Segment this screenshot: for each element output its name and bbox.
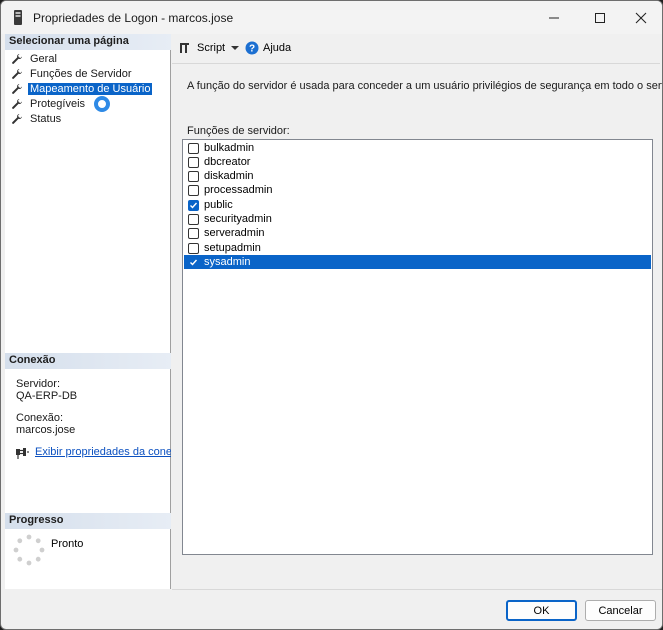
script-label: Script (197, 42, 226, 54)
role-checkbox[interactable] (188, 213, 199, 225)
role-row-serveradmin[interactable]: serveradmin (184, 226, 651, 240)
server-value: QA-ERP-DB (16, 390, 78, 402)
page-item-label: Mapeamento de Usuário (28, 82, 153, 95)
server-roles-label: Funções de servidor: (187, 125, 290, 137)
role-checkbox[interactable] (188, 256, 199, 268)
script-button[interactable]: Script (179, 41, 225, 55)
help-button[interactable]: ? Ajuda (245, 41, 291, 55)
wrench-icon (12, 98, 22, 109)
role-row-setupadmin[interactable]: setupadmin (184, 241, 651, 255)
checkmark-icon (190, 259, 198, 266)
server-label: Servidor: (16, 378, 61, 390)
minimize-icon (549, 17, 559, 18)
progress-header: Progresso (5, 513, 171, 529)
connection-label: Conexão: (16, 412, 64, 424)
page-item-label: Protegíveis (30, 97, 86, 110)
minimize-button[interactable] (531, 1, 577, 34)
view-connection-properties-link[interactable]: Exibir propriedades da conexão (35, 446, 171, 458)
maximize-icon (595, 12, 605, 23)
help-icon: ? (245, 41, 259, 55)
close-button[interactable] (618, 1, 662, 34)
server-role-description: A função do servidor é usada para conced… (187, 80, 663, 92)
login-properties-window: Propriedades de Logon - marcos.jose Sele… (0, 0, 663, 630)
wrench-icon (12, 113, 22, 124)
cancel-button[interactable]: Cancelar (585, 600, 656, 621)
role-label: diskadmin (204, 170, 254, 182)
page-item-label: Status (30, 112, 62, 125)
svg-text:?: ? (249, 44, 255, 55)
window-title: Propriedades de Logon - marcos.jose (33, 11, 234, 25)
close-icon (635, 12, 647, 23)
role-label: bulkadmin (204, 142, 255, 154)
role-checkbox[interactable] (188, 142, 199, 154)
wrench-icon (12, 83, 22, 94)
role-row-processadmin[interactable]: processadmin (184, 183, 651, 197)
dialog-button-bar: OK Cancelar (172, 589, 662, 629)
connection-value: marcos.jose (16, 424, 76, 436)
checkmark-icon (190, 202, 198, 209)
progress-spinner-icon (13, 534, 45, 566)
page-item-label: Geral (30, 52, 57, 65)
role-row-bulkadmin[interactable]: bulkadmin (184, 141, 651, 155)
page-item-general[interactable]: Geral (11, 51, 59, 66)
role-label: securityadmin (204, 213, 272, 225)
role-checkbox[interactable] (188, 156, 199, 168)
role-label: dbcreator (204, 156, 251, 168)
app-icon (14, 10, 22, 25)
progress-status: Pronto (51, 538, 84, 550)
server-roles-list[interactable]: bulkadmin dbcreator diskadmin processadm… (182, 139, 653, 555)
left-panel: Selecionar uma página Geral Funções de S… (5, 34, 171, 589)
toolbar: Script ? Ajuda (172, 34, 660, 64)
help-label: Ajuda (263, 42, 292, 54)
select-page-header: Selecionar uma página (5, 34, 171, 50)
page-item-securables[interactable]: Protegíveis (11, 96, 87, 111)
role-checkbox[interactable] (188, 170, 199, 182)
wrench-icon (12, 68, 22, 79)
role-row-public[interactable]: public (184, 198, 651, 212)
role-label: sysadmin (204, 256, 251, 268)
script-icon (180, 43, 189, 53)
connection-plug-icon (16, 448, 29, 459)
role-checkbox[interactable] (188, 227, 199, 239)
script-dropdown-arrow-icon[interactable] (231, 46, 239, 50)
role-label: processadmin (204, 184, 273, 196)
wrench-icon (12, 53, 22, 64)
maximize-button[interactable] (577, 1, 623, 34)
role-row-sysadmin[interactable]: sysadmin (184, 255, 651, 269)
page-item-status[interactable]: Status (11, 111, 63, 126)
role-label: public (204, 199, 233, 211)
role-checkbox[interactable] (188, 199, 199, 211)
cursor-indicator (94, 96, 110, 112)
role-checkbox[interactable] (188, 242, 199, 254)
role-checkbox[interactable] (188, 184, 199, 196)
title-bar: Propriedades de Logon - marcos.jose (1, 1, 662, 34)
connection-header: Conexão (5, 353, 171, 369)
page-item-server-roles[interactable]: Funções de Servidor (11, 66, 134, 81)
page-item-user-mapping[interactable]: Mapeamento de Usuário (11, 81, 153, 96)
role-label: serveradmin (204, 227, 265, 239)
role-row-diskadmin[interactable]: diskadmin (184, 169, 651, 183)
role-label: setupadmin (204, 242, 261, 254)
ok-button[interactable]: OK (506, 600, 577, 621)
role-row-securityadmin[interactable]: securityadmin (184, 212, 651, 226)
page-item-label: Funções de Servidor (30, 67, 132, 80)
role-row-dbcreator[interactable]: dbcreator (184, 155, 651, 169)
